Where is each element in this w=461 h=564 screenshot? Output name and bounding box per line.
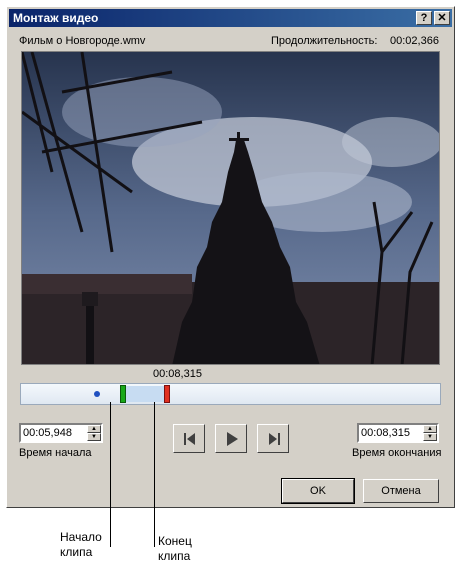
start-time-spinner[interactable]: 00:05,948 ▲ ▼ xyxy=(19,423,103,443)
next-frame-button[interactable] xyxy=(257,424,289,453)
end-time-up-button[interactable]: ▲ xyxy=(423,425,437,433)
title-bar: Монтаж видео ? ✕ xyxy=(9,9,452,27)
timeline-scrubber[interactable] xyxy=(20,383,441,405)
clip-end-marker[interactable] xyxy=(164,385,170,403)
video-preview xyxy=(21,51,440,365)
previous-frame-button[interactable] xyxy=(173,424,205,453)
start-time-down-button[interactable]: ▼ xyxy=(87,433,101,441)
end-time-label: Время окончания xyxy=(352,447,442,459)
cancel-button[interactable]: Отмена xyxy=(363,479,439,503)
end-callout-line1: Конец xyxy=(158,534,192,548)
start-time-up-button[interactable]: ▲ xyxy=(87,425,101,433)
window-title: Монтаж видео xyxy=(13,11,99,25)
video-trim-dialog: Монтаж видео ? ✕ Фильм о Новгороде.wmv П… xyxy=(6,6,455,508)
start-callout: Начало клипа xyxy=(60,530,102,560)
video-frame-image xyxy=(22,52,439,364)
end-time-down-button[interactable]: ▼ xyxy=(423,433,437,441)
play-button[interactable] xyxy=(215,424,247,453)
end-callout: Конец клипа xyxy=(158,534,192,564)
start-time-value: 00:05,948 xyxy=(23,427,72,439)
close-button[interactable]: ✕ xyxy=(434,11,450,25)
duration-value: 00:02,366 xyxy=(390,35,439,47)
start-callout-line2: клипа xyxy=(60,545,93,559)
end-time-spinner[interactable]: 00:08,315 ▲ ▼ xyxy=(357,423,439,443)
playhead-dot[interactable] xyxy=(94,391,100,397)
play-icon xyxy=(227,432,238,446)
marker-time-label: 00:08,315 xyxy=(153,368,202,380)
end-time-value: 00:08,315 xyxy=(361,427,410,439)
step-forward-icon xyxy=(269,433,280,445)
clip-start-marker[interactable] xyxy=(120,385,126,403)
file-name-label: Фильм о Новгороде.wmv xyxy=(19,35,146,47)
step-back-icon xyxy=(184,433,195,445)
start-time-label: Время начала xyxy=(19,447,92,459)
help-button[interactable]: ? xyxy=(416,11,432,25)
duration-label: Продолжительность: xyxy=(271,35,378,47)
start-callout-line1: Начало xyxy=(60,530,102,544)
selected-clip-region xyxy=(124,386,168,402)
ok-button[interactable]: OK xyxy=(281,478,355,504)
start-callout-line xyxy=(110,402,111,547)
end-callout-line xyxy=(154,402,155,547)
